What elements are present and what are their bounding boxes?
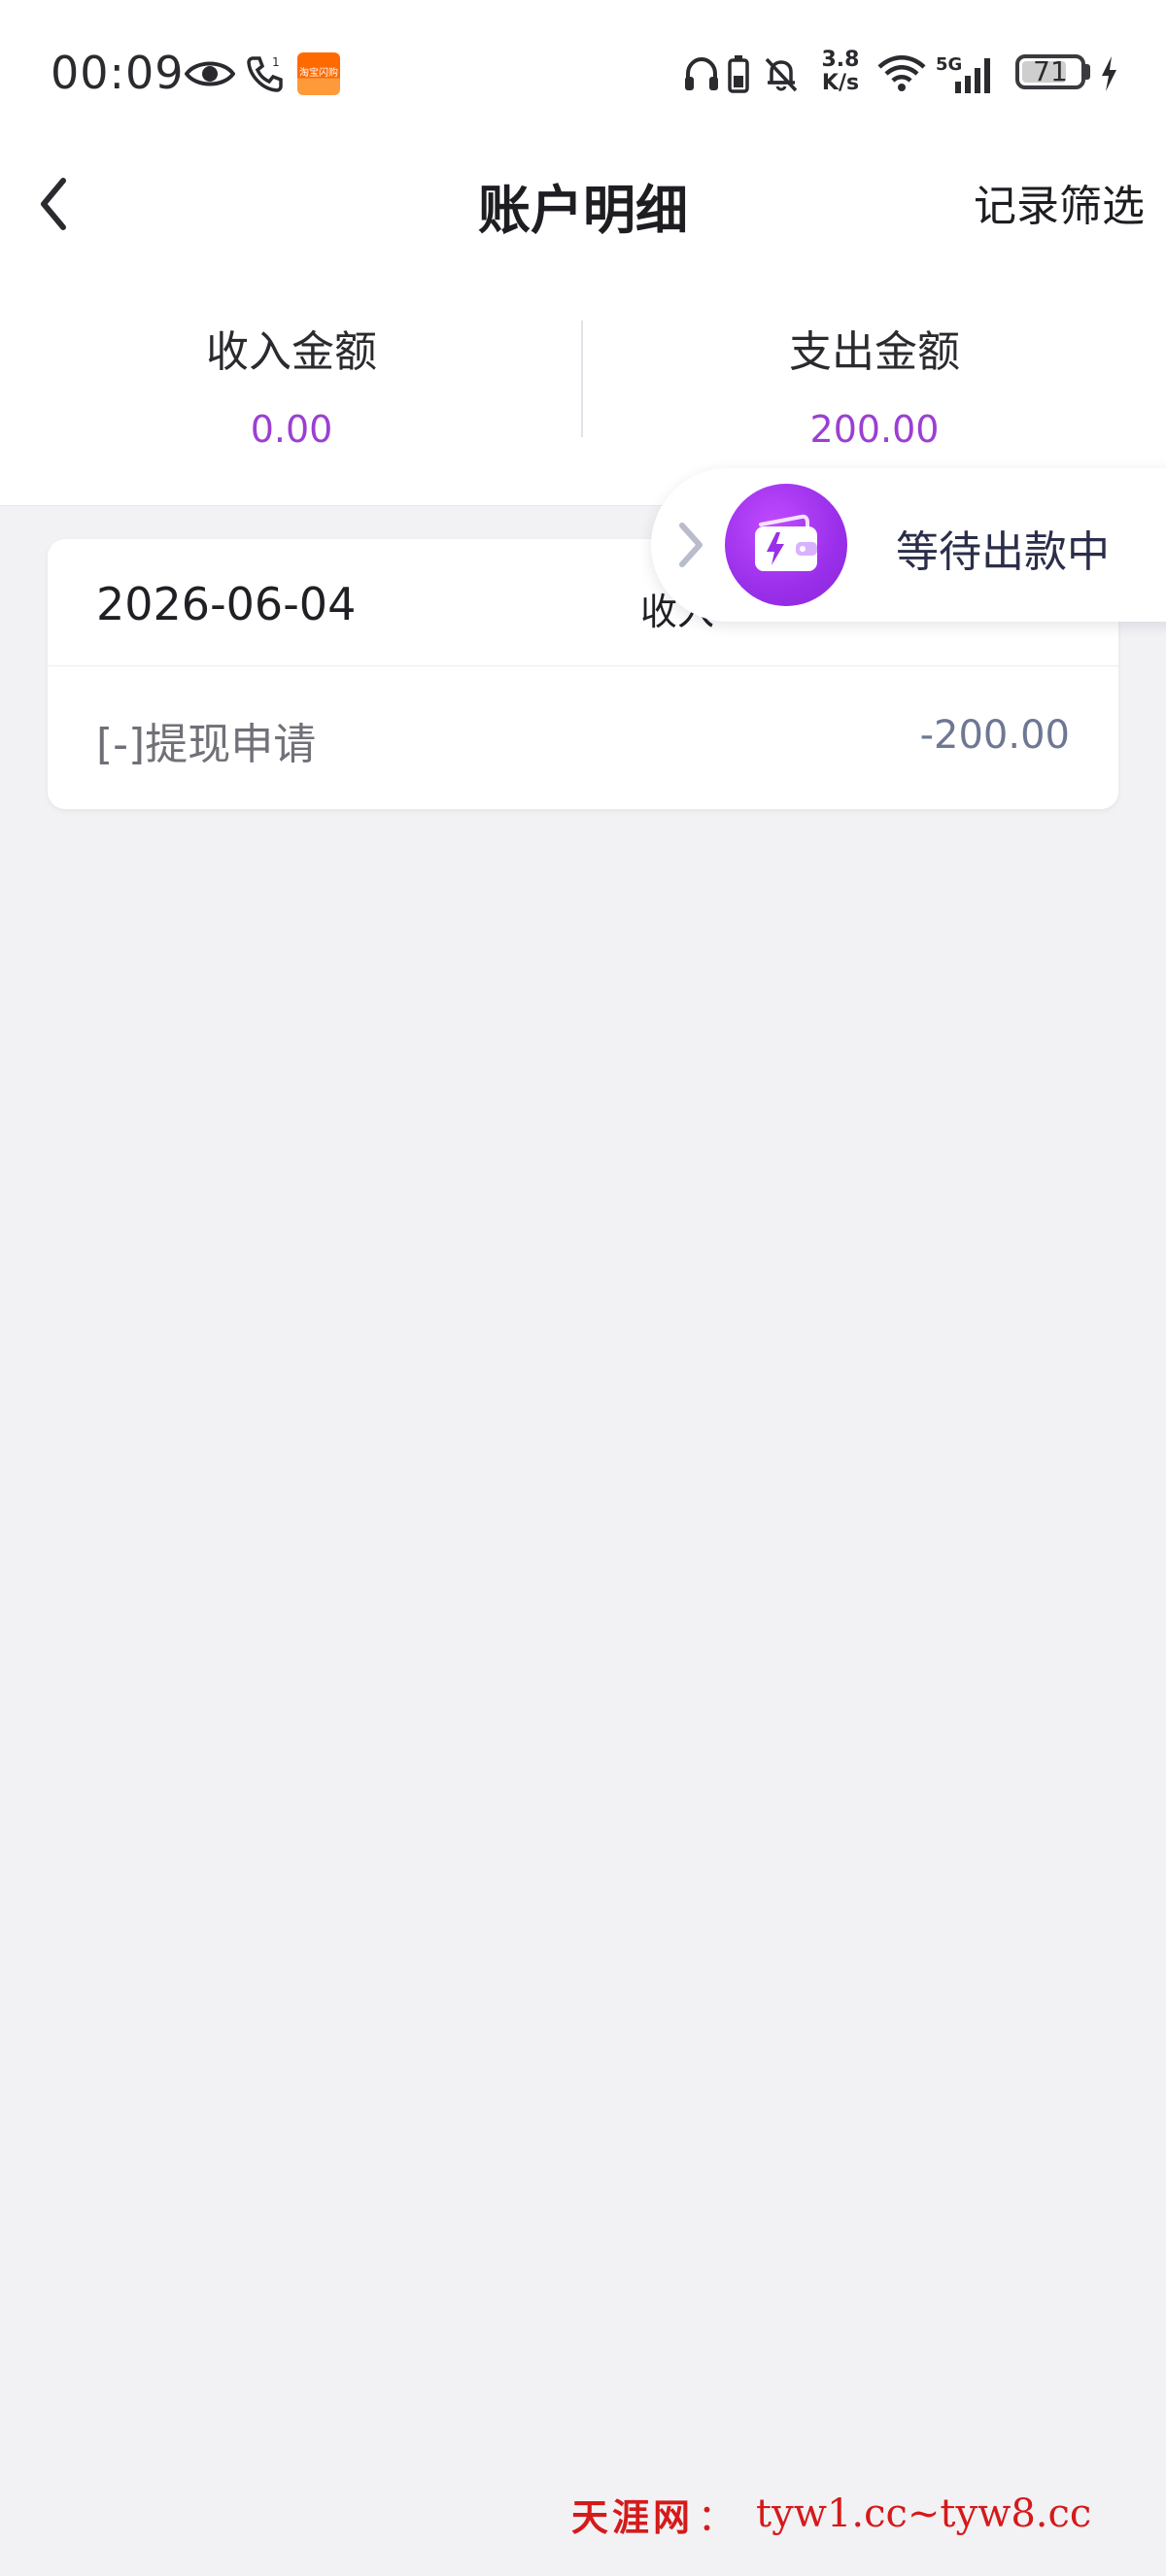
record-filter-button[interactable]: 记录筛选 bbox=[974, 171, 1145, 233]
headphones-icon bbox=[680, 51, 723, 97]
watermark-url: tyw1.cc~tyw8.cc bbox=[756, 2491, 1092, 2536]
expense-summary: 支出金额 200.00 bbox=[583, 311, 1166, 466]
chevron-left-icon bbox=[41, 178, 66, 230]
expense-label: 支出金额 bbox=[789, 327, 960, 377]
status-time: 00:09 bbox=[51, 47, 185, 99]
watermark-name: 天涯网 bbox=[571, 2494, 695, 2539]
amount-summary: 收入金额 0.00 支出金额 200.00 bbox=[0, 311, 1166, 486]
page-title: 账户明细 bbox=[478, 180, 688, 241]
record-amount: -200.00 bbox=[919, 713, 1070, 758]
eye-icon bbox=[183, 51, 237, 97]
watermark: 天涯网 ： tyw1.cc~tyw8.cc bbox=[571, 2485, 1091, 2543]
wifi-icon bbox=[874, 51, 929, 97]
back-button[interactable] bbox=[19, 165, 87, 243]
network-type: 5G bbox=[936, 54, 962, 75]
app-header: 账户明细 记录筛选 bbox=[0, 146, 1166, 262]
bell-off-icon bbox=[760, 51, 803, 97]
wallet-icon bbox=[725, 484, 847, 606]
top-panel: 00:09 1 淘宝闪购 3.8 K/s 5G 71 账户明细 记录筛选 收入金… bbox=[0, 0, 1166, 506]
battery-level: 71 bbox=[1033, 55, 1068, 87]
net-speed: 3.8 K/s bbox=[821, 48, 860, 95]
income-summary: 收入金额 0.00 bbox=[0, 311, 583, 466]
svg-text:1: 1 bbox=[272, 55, 280, 69]
call-icon: 1 bbox=[243, 51, 286, 97]
status-bar: 00:09 1 淘宝闪购 3.8 K/s 5G 71 bbox=[0, 0, 1166, 146]
signal-icon: 5G bbox=[935, 51, 1001, 97]
expense-value: 200.00 bbox=[809, 408, 940, 451]
income-label: 收入金额 bbox=[206, 327, 377, 377]
charging-icon bbox=[1096, 51, 1121, 97]
battery-tip bbox=[1085, 64, 1090, 80]
battery-icon: 71 bbox=[1015, 54, 1085, 89]
income-value: 0.00 bbox=[250, 408, 333, 451]
pending-payout-pill[interactable]: 等待出款中 bbox=[651, 468, 1166, 622]
pending-payout-label: 等待出款中 bbox=[896, 527, 1110, 577]
chevron-right-icon bbox=[679, 523, 703, 567]
record-date: 2026-06-04 bbox=[96, 578, 357, 630]
battery-saver-icon bbox=[724, 51, 753, 97]
record-row[interactable]: [-]提现申请 -200.00 bbox=[48, 666, 1118, 809]
taobao-app-icon: 淘宝闪购 bbox=[295, 51, 342, 97]
watermark-colon: ： bbox=[698, 2495, 736, 2539]
record-description: [-]提现申请 bbox=[96, 720, 317, 769]
